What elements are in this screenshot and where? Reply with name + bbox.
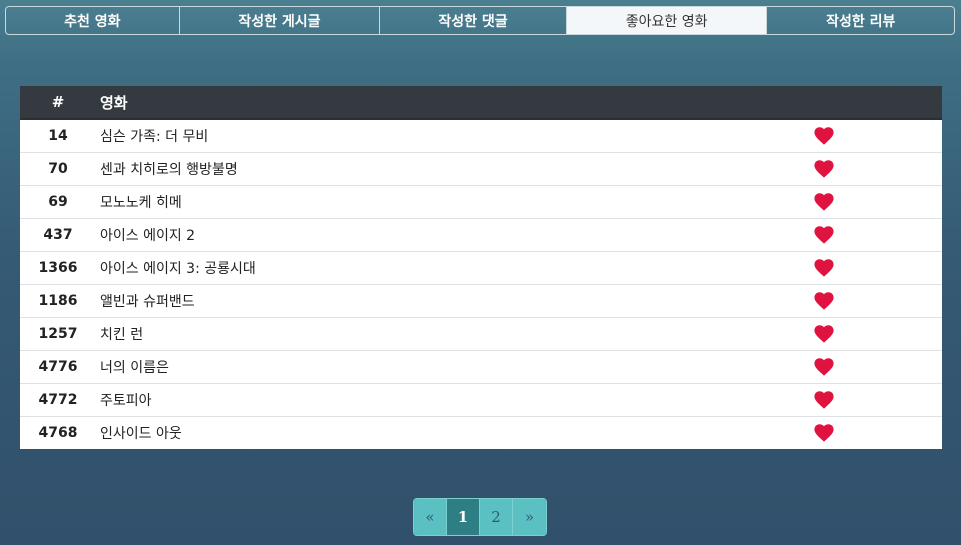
like-cell — [812, 284, 942, 317]
table-row: 1186 앨빈과 슈퍼밴드 — [20, 284, 942, 317]
heart-icon[interactable] — [814, 192, 834, 211]
pagination: « 1 2 » — [413, 498, 547, 536]
table-row: 437 아이스 에이지 2 — [20, 218, 942, 251]
column-header-movie: 영화 — [96, 86, 812, 120]
movie-id: 1257 — [38, 325, 78, 342]
table-row: 4772 주토피아 — [20, 383, 942, 416]
movie-title[interactable]: 아이스 에이지 3: 공룡시대 — [96, 251, 812, 284]
table-row: 4776 너의 이름은 — [20, 350, 942, 383]
heart-icon[interactable] — [814, 291, 834, 310]
heart-icon[interactable] — [814, 390, 834, 409]
movie-title[interactable]: 치킨 런 — [96, 317, 812, 350]
movie-title[interactable]: 너의 이름은 — [96, 350, 812, 383]
movie-id: 4772 — [38, 391, 78, 408]
movie-title[interactable]: 주토피아 — [96, 383, 812, 416]
tab-liked-movies[interactable]: 좋아요한 영화 — [566, 7, 768, 34]
movie-id: 1366 — [38, 259, 78, 276]
table-row: 1257 치킨 런 — [20, 317, 942, 350]
table-row: 14 심슨 가족: 더 무비 — [20, 119, 942, 152]
movie-id: 1186 — [38, 292, 78, 309]
movie-id: 4776 — [38, 358, 78, 375]
pagination-next-button[interactable]: » — [513, 499, 546, 535]
like-cell — [812, 350, 942, 383]
table-row: 4768 인사이드 아웃 — [20, 416, 942, 449]
movie-title[interactable]: 아이스 에이지 2 — [96, 218, 812, 251]
like-cell — [812, 383, 942, 416]
movie-title[interactable]: 인사이드 아웃 — [96, 416, 812, 449]
liked-movies-table: # 영화 14 심슨 가족: 더 무비 70 센과 치히로의 행방불명 69 모노노케 히… — [20, 86, 942, 449]
heart-icon[interactable] — [814, 126, 834, 145]
like-cell — [812, 416, 942, 449]
heart-icon[interactable] — [814, 324, 834, 343]
pagination-prev-button[interactable]: « — [414, 499, 447, 535]
tab-my-reviews[interactable]: 작성한 리뷰 — [767, 7, 954, 34]
like-cell — [812, 218, 942, 251]
tab-my-comments[interactable]: 작성한 댓글 — [380, 7, 567, 34]
table-row: 69 모노노케 히메 — [20, 185, 942, 218]
column-header-like — [812, 86, 942, 120]
heart-icon[interactable] — [814, 357, 834, 376]
pagination-page-2[interactable]: 2 — [480, 499, 513, 535]
like-cell — [812, 317, 942, 350]
like-cell — [812, 119, 942, 152]
movie-title[interactable]: 앨빈과 슈퍼밴드 — [96, 284, 812, 317]
movie-id: 14 — [48, 127, 68, 144]
like-cell — [812, 152, 942, 185]
heart-icon[interactable] — [814, 258, 834, 277]
heart-icon[interactable] — [814, 225, 834, 244]
table-row: 1366 아이스 에이지 3: 공룡시대 — [20, 251, 942, 284]
column-header-number: # — [20, 86, 96, 120]
tab-bar: 추천 영화 작성한 게시글 작성한 댓글 좋아요한 영화 작성한 리뷰 — [5, 6, 955, 35]
table-header-row: # 영화 — [20, 86, 942, 120]
movie-id: 4768 — [38, 424, 78, 441]
tab-recommended-movies[interactable]: 추천 영화 — [6, 7, 180, 34]
movie-id: 69 — [48, 193, 68, 210]
movie-title[interactable]: 모노노케 히메 — [96, 185, 812, 218]
heart-icon[interactable] — [814, 159, 834, 178]
table-row: 70 센과 치히로의 행방불명 — [20, 152, 942, 185]
movie-id: 70 — [48, 160, 68, 177]
like-cell — [812, 251, 942, 284]
heart-icon[interactable] — [814, 423, 834, 442]
movie-id: 437 — [43, 226, 73, 243]
tab-my-posts[interactable]: 작성한 게시글 — [180, 7, 381, 34]
like-cell — [812, 185, 942, 218]
movie-title[interactable]: 심슨 가족: 더 무비 — [96, 119, 812, 152]
pagination-page-1[interactable]: 1 — [447, 499, 480, 535]
movie-title[interactable]: 센과 치히로의 행방불명 — [96, 152, 812, 185]
